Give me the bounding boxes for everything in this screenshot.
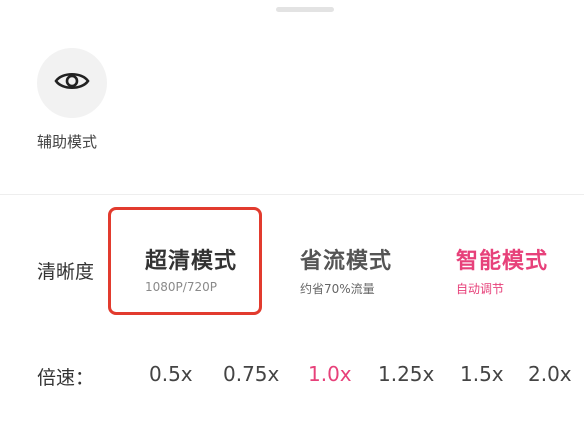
drag-handle[interactable] [276,7,334,12]
divider [0,194,584,195]
eye-icon [54,69,90,97]
assist-mode-label: 辅助模式 [37,133,98,151]
quality-option-subtitle: 约省70%流量 [300,282,375,296]
speed-option-1.25x[interactable]: 1.25x [378,362,434,386]
assist-mode-button[interactable] [37,48,107,118]
quality-option-save-data[interactable]: 省流模式 约省70%流量 [300,243,392,297]
quality-option-subtitle: 自动调节 [456,282,505,296]
selection-highlight-box [108,207,262,315]
speed-option-2.0x[interactable]: 2.0x [528,362,572,386]
speed-option-0.5x[interactable]: 0.5x [149,362,193,386]
quality-option-title: 省流模式 [300,249,393,274]
quality-option-title: 智能模式 [456,249,549,274]
speed-option-0.75x[interactable]: 0.75x [223,362,279,386]
quality-option-smart[interactable]: 智能模式 自动调节 [456,243,548,297]
speed-label: 倍速： [37,367,95,389]
quality-label: 清晰度 [37,261,95,283]
speed-option-1.5x[interactable]: 1.5x [460,362,504,386]
speed-option-1.0x[interactable]: 1.0x [308,362,352,386]
